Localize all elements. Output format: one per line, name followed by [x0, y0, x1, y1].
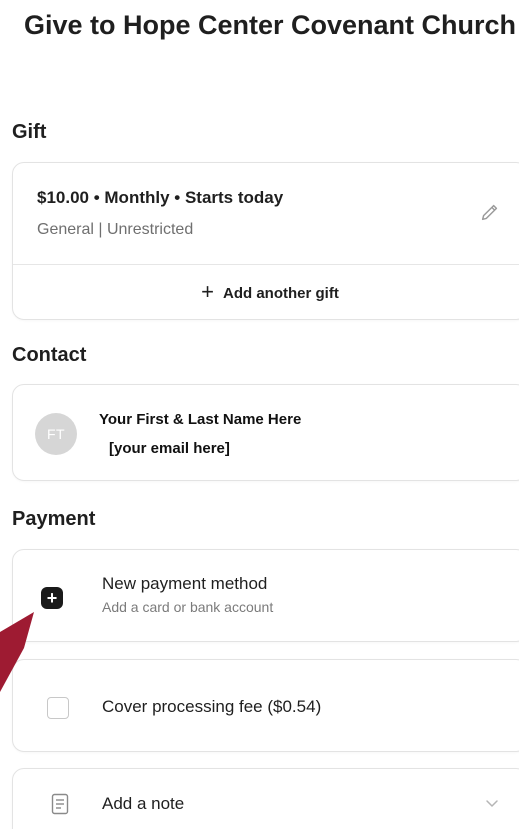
add-note-card[interactable]: Add a note	[12, 768, 519, 829]
gift-card: $10.00 • Monthly • Starts today General …	[12, 162, 519, 320]
pointer-arrow-decoration	[0, 612, 34, 692]
add-another-gift-label: Add another gift	[223, 284, 339, 302]
pencil-icon[interactable]	[479, 201, 501, 223]
cover-fee-checkbox[interactable]	[47, 697, 69, 719]
payment-heading: Payment	[12, 508, 96, 530]
new-payment-method-button[interactable]: + New payment method Add a card or bank …	[12, 549, 519, 642]
gift-fund: General | Unrestricted	[37, 221, 194, 238]
plus-icon: +	[201, 279, 215, 304]
add-another-gift-button[interactable]: + Add another gift	[13, 265, 519, 321]
contact-card[interactable]: FT Your First & Last Name Here [your ema…	[12, 384, 519, 481]
payment-method-subtitle: Add a card or bank account	[102, 599, 274, 615]
contact-name: Your First & Last Name Here	[99, 411, 302, 428]
gift-summary: $10.00 • Monthly • Starts today	[37, 188, 284, 207]
add-note-label: Add a note	[102, 794, 185, 813]
processing-fee-card: Cover processing fee ($0.54)	[12, 659, 519, 752]
page-title: Give to Hope Center Covenant Church	[23, 10, 517, 40]
cover-fee-label[interactable]: Cover processing fee ($0.54)	[102, 697, 321, 717]
contact-email: [your email here]	[109, 440, 230, 457]
contact-heading: Contact	[12, 344, 87, 366]
document-icon	[51, 793, 69, 815]
payment-method-title: New payment method	[102, 574, 268, 593]
avatar: FT	[35, 413, 77, 455]
gift-heading: Gift	[12, 121, 47, 143]
chevron-down-icon[interactable]	[485, 799, 499, 809]
add-payment-icon: +	[41, 587, 63, 609]
